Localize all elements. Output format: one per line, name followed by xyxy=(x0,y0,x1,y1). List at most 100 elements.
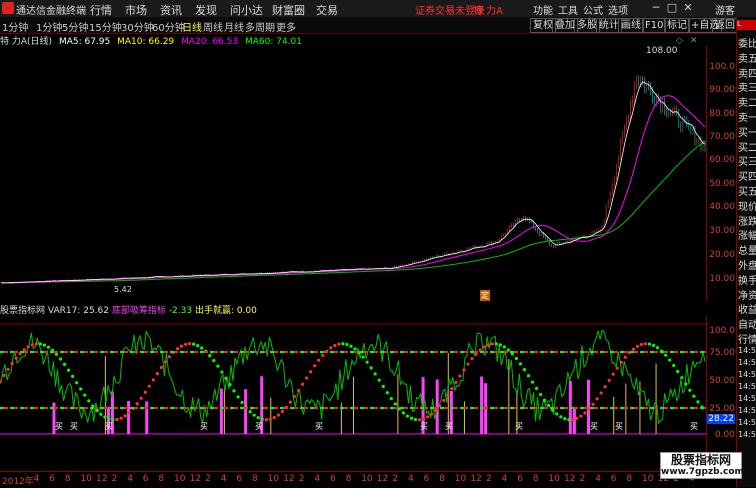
menu-item-discover[interactable]: 发现 xyxy=(195,2,217,18)
period-tab-multi[interactable]: 多周期 xyxy=(245,19,275,34)
quote-panel-label: 行情 xyxy=(738,335,756,346)
indicator-dot xyxy=(547,403,551,408)
indicator-dot xyxy=(538,392,543,397)
indicator-source[interactable]: 股票指标网 xyxy=(0,306,45,316)
indicator-dot xyxy=(381,384,385,389)
indicator-dot xyxy=(377,378,381,382)
menu-item-wealth[interactable]: 财富圈 xyxy=(272,2,305,18)
time-axis-tick: 2 xyxy=(111,474,118,484)
back-button[interactable]: 返回 xyxy=(712,18,738,33)
menu-item-ask[interactable]: 问小达 xyxy=(230,2,263,18)
indicator-bar xyxy=(463,401,465,434)
period-tab-60min[interactable]: 60分钟 xyxy=(152,19,185,34)
indicator-dot xyxy=(75,381,79,385)
indicator-dot xyxy=(135,402,139,406)
indicator-chart[interactable]: 买买买买买买买买买买买买 xyxy=(0,316,706,471)
menu-item-tools[interactable]: 工具 xyxy=(558,2,578,17)
menu-item-news[interactable]: 资讯 xyxy=(160,2,182,18)
period-tab-1min[interactable]: 1分钟 xyxy=(36,19,62,34)
indicator-dot xyxy=(369,366,373,370)
close-panel-icon[interactable]: ✕ xyxy=(690,36,698,46)
time-axis-tick: 6 xyxy=(610,474,617,484)
time-axis-tick: 4 xyxy=(408,474,414,484)
indicator-dot xyxy=(486,343,490,347)
indicator-dot xyxy=(240,400,244,405)
time-axis-tick: 2 xyxy=(579,474,586,484)
indicator-dot xyxy=(296,388,301,393)
time-axis-tick: 8 xyxy=(626,474,633,484)
price-chart[interactable]: 108.00 5.42 xyxy=(0,46,706,301)
indicator-dot xyxy=(300,382,305,386)
maximize-icon[interactable]: □ xyxy=(666,1,678,15)
period-tab-monthly[interactable]: 月线 xyxy=(224,19,244,34)
menu-item-formula[interactable]: 公式 xyxy=(583,2,603,17)
indicator-dot xyxy=(14,356,18,360)
indicator-bar xyxy=(655,363,657,434)
quote-panel-label: 14:50 xyxy=(738,393,756,403)
expand-icon[interactable]: ◇ xyxy=(676,36,683,46)
quote-panel-label: 卖二 xyxy=(738,98,756,110)
quote-panel-label: 委比 xyxy=(738,39,756,50)
quote-panel-label: 买四 xyxy=(738,172,756,184)
menu-item-options[interactable]: 选项 xyxy=(608,2,628,17)
indicator-bar xyxy=(244,389,248,434)
indicator-dot xyxy=(321,353,325,357)
indicator-dot xyxy=(349,344,353,348)
indicator-dot xyxy=(220,370,224,374)
minimize-icon[interactable]: ─ xyxy=(650,1,662,15)
menu-bar: 通达信金融终端 行情 市场 资讯 发现 问小达 财富圈 交易 证券交易未登录 特… xyxy=(0,0,756,18)
indicator-dot xyxy=(337,342,341,346)
period-tab-1min-a[interactable]: 1分钟 xyxy=(2,19,28,34)
mark-button[interactable]: 标记 xyxy=(664,18,690,33)
price-tick: 90.00 xyxy=(709,85,735,95)
indicator-dot xyxy=(409,416,414,420)
quote-panel-label: 14:50 xyxy=(738,429,756,439)
close-icon[interactable]: ✕ xyxy=(682,1,694,15)
time-axis-tick: 10 xyxy=(267,474,280,484)
indicator-dot xyxy=(543,398,547,402)
period-tab-15min[interactable]: 15分钟 xyxy=(89,19,122,34)
period-tab-weekly[interactable]: 周线 xyxy=(203,19,223,34)
period-tab-5min[interactable]: 5分钟 xyxy=(62,19,88,34)
quote-panel-label: 14:50 xyxy=(738,345,756,355)
indicator-dot xyxy=(216,364,220,368)
indicator-dot xyxy=(676,369,680,374)
indicator-dot xyxy=(655,346,660,350)
indicator-dot xyxy=(353,347,357,351)
menu-item-function[interactable]: 功能 xyxy=(533,2,553,17)
quote-panel-label: 外盘 xyxy=(738,261,756,272)
indicator-dot xyxy=(462,368,466,372)
period-tab-daily[interactable]: 日线 xyxy=(182,19,202,34)
indicator-bar xyxy=(219,388,223,434)
indicator-dot xyxy=(163,360,168,364)
buy-signal-label: 买 xyxy=(55,422,63,431)
indicator-dot xyxy=(127,411,131,415)
indicator-dot xyxy=(438,404,442,408)
indicator-dot xyxy=(502,345,506,349)
indicator-dot xyxy=(260,417,264,421)
period-tab-more[interactable]: 更多 xyxy=(276,19,296,34)
period-tab-30min[interactable]: 30分钟 xyxy=(121,19,154,34)
indicator-dot xyxy=(405,414,410,418)
f10-button[interactable]: F10 xyxy=(642,18,667,33)
indicator-dot xyxy=(268,417,272,421)
quote-panel-label: 14:50 xyxy=(738,381,756,391)
indicator-dot xyxy=(611,372,615,376)
panel-toggle[interactable]: L xyxy=(737,20,756,30)
menu-item-market[interactable]: 市场 xyxy=(125,2,147,18)
time-axis-tick: 4 xyxy=(501,474,508,484)
indicator-bar xyxy=(480,376,484,434)
time-axis-tick: 6 xyxy=(517,474,523,484)
menu-item-trade[interactable]: 交易 xyxy=(316,2,338,18)
quote-panel-label: 涨幅 xyxy=(738,231,756,243)
indicator-dot xyxy=(631,347,635,351)
indicator-dot xyxy=(434,408,438,412)
draw-line-button[interactable]: 画线 xyxy=(618,18,644,33)
event-marker[interactable]: 定 xyxy=(480,290,490,301)
indicator-dot xyxy=(361,355,365,359)
indicator-dot xyxy=(422,417,426,421)
indicator-dot xyxy=(555,412,559,416)
menu-item-market-quote[interactable]: 行情 xyxy=(90,2,112,18)
guest-label[interactable]: 游客 xyxy=(715,2,735,17)
indicator-dot xyxy=(87,399,91,403)
